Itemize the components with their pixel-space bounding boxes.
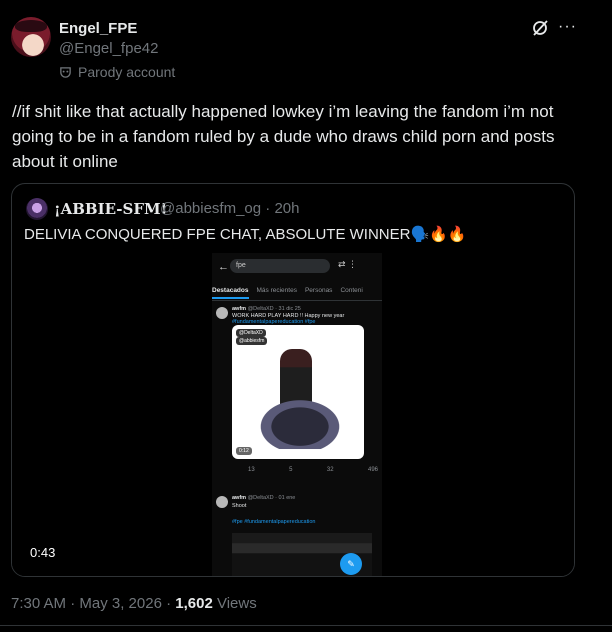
video-player[interactable]: ← fpe ⇄ ⋮ Destacados Más recientes Perso… xyxy=(12,253,574,576)
views-label: Views xyxy=(216,595,257,612)
post1-actions: 13 5 32 496 xyxy=(248,467,378,473)
post1-username: awfm xyxy=(232,306,247,312)
post2-avatar xyxy=(216,496,228,508)
post1-image: @DeltaXD @abbiesfm 0:12 xyxy=(232,325,364,459)
view-count: 496 xyxy=(367,467,378,473)
parody-label: Parody account xyxy=(59,64,175,80)
parody-text: Parody account xyxy=(78,64,176,80)
timestamp[interactable]: 7:30 AM · May 3, 2026 · xyxy=(11,595,171,612)
post2-meta: @DeltaXD · 01 ene xyxy=(247,495,296,501)
search-tabs: Destacados Más recientes Personas Conten… xyxy=(212,287,382,299)
divider xyxy=(212,300,382,301)
divider xyxy=(0,625,612,626)
image-duration: 0:12 xyxy=(236,447,252,455)
reply-count: 13 xyxy=(248,467,255,473)
compose-icon: ✎ xyxy=(340,553,362,575)
like-count: 32 xyxy=(326,467,334,473)
quoted-time: 20h xyxy=(274,200,300,217)
post2-username: awfm xyxy=(232,495,247,501)
avatar-hat xyxy=(15,20,47,32)
filter-icon: ⇄ ⋮ xyxy=(338,259,358,269)
video-duration: 0:43 xyxy=(30,545,56,560)
tab-contenido: Conteni xyxy=(340,287,363,294)
image-pile xyxy=(250,393,350,449)
repost-count: 5 xyxy=(289,467,293,473)
handle[interactable]: @Engel_fpe42 xyxy=(59,40,158,57)
post1-meta: @DeltaXD · 31 dic 25 xyxy=(247,306,301,312)
mask-icon xyxy=(60,66,71,78)
views-count: 1,602 xyxy=(175,595,213,612)
display-name[interactable]: Engel_FPE xyxy=(59,20,137,37)
avatar[interactable] xyxy=(11,17,51,57)
quoted-tweet[interactable]: ¡ABBIE-SFM! @abbiesfm_og · 20h DELIVIA C… xyxy=(11,183,575,577)
tab-personas: Personas xyxy=(304,287,333,294)
post1-user: awfm @DeltaXD · 31 dic 25 xyxy=(232,306,301,312)
quoted-handle: @abbiesfm_og xyxy=(160,200,262,217)
post2-tags: #fpe #fundamentalpapereducation xyxy=(232,519,316,525)
quoted-name[interactable]: ¡ABBIE-SFM! xyxy=(54,200,167,218)
tweet-text: //if shit like that actually happened lo… xyxy=(12,102,555,171)
quoted-avatar[interactable] xyxy=(26,198,48,220)
image-badge: @DeltaXD xyxy=(236,329,266,337)
post2-user: awfm @DeltaXD · 01 ene xyxy=(232,495,295,501)
quoted-meta: @abbiesfm_og · 20h xyxy=(160,200,300,217)
tweet: Engel_FPE @Engel_fpe42 Parody account ··… xyxy=(0,0,612,632)
search-input: fpe xyxy=(230,259,330,273)
post2-body: Shoot xyxy=(232,503,247,509)
grok-icon[interactable] xyxy=(531,19,549,37)
tab-destacados: Destacados xyxy=(212,287,249,299)
quoted-text: DELIVIA CONQUERED FPE CHAT, ABSOLUTE WIN… xyxy=(24,226,467,243)
video-frame: ← fpe ⇄ ⋮ Destacados Más recientes Perso… xyxy=(212,253,382,576)
tweet-footer: 7:30 AM · May 3, 2026 · 1,602 Views xyxy=(11,595,257,612)
image-badge: @abbiesfm xyxy=(236,337,268,345)
tab-recientes: Más recientes xyxy=(256,287,297,294)
post1-avatar xyxy=(216,307,228,319)
back-arrow-icon: ← xyxy=(218,261,229,273)
more-icon[interactable]: ··· xyxy=(558,18,577,36)
